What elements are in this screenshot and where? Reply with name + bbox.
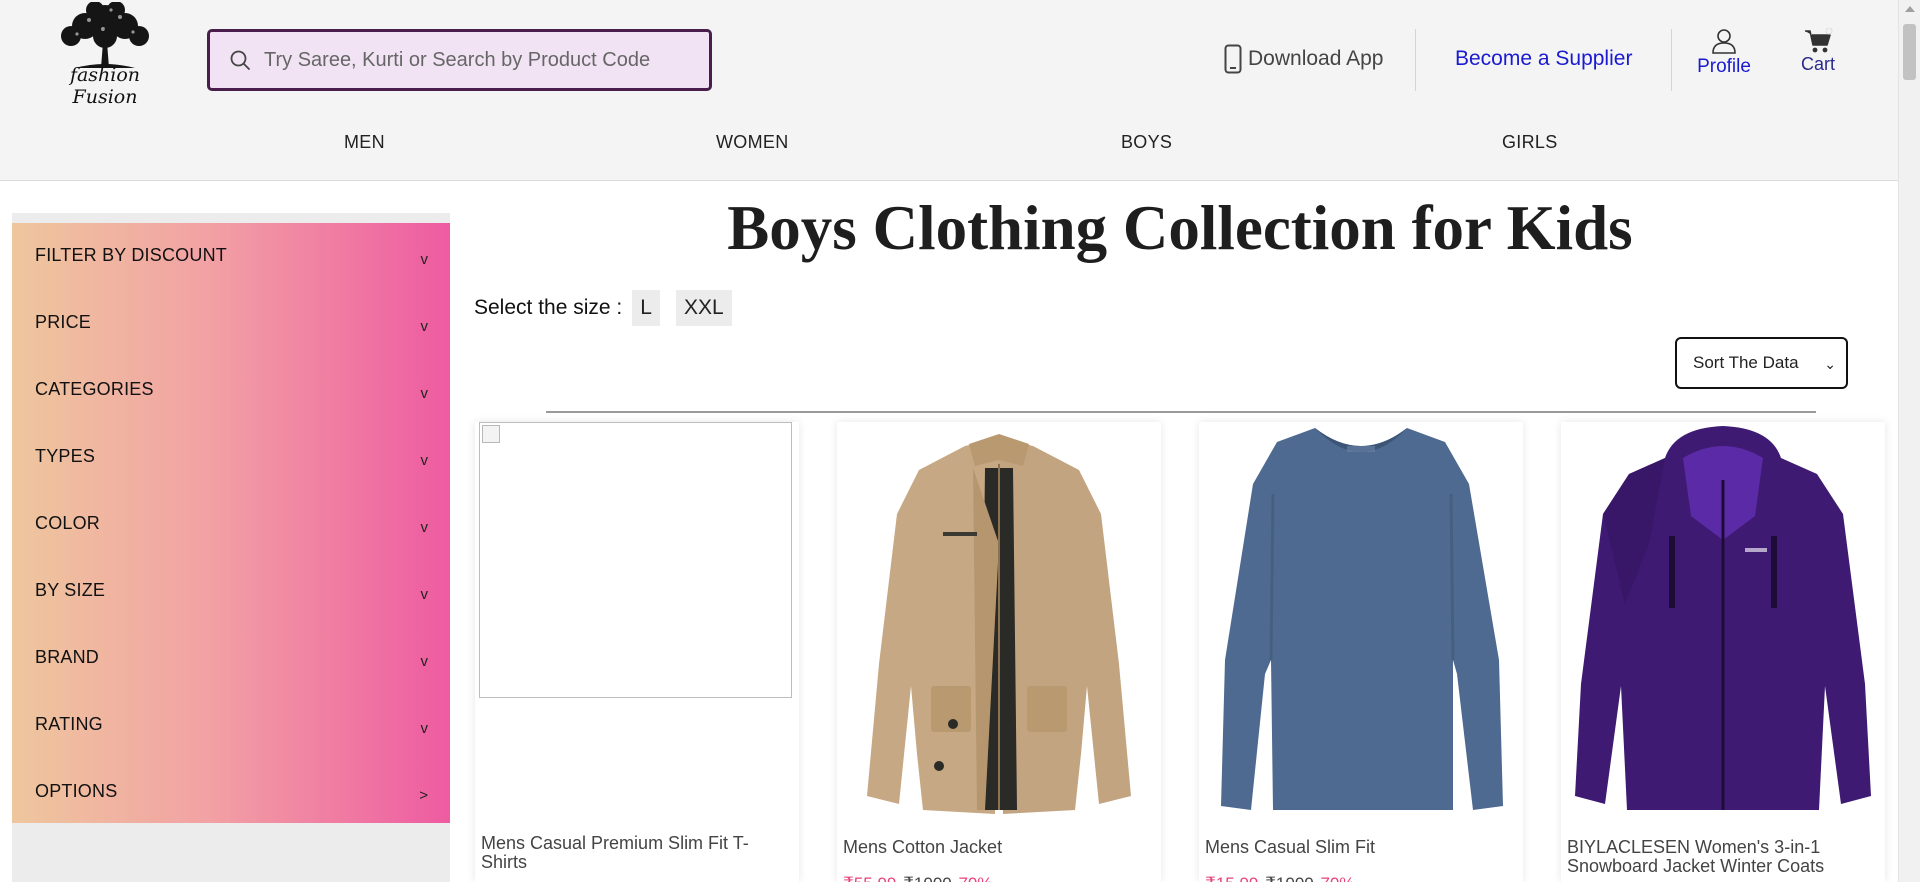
size-selector: Select the size : L XXL (474, 290, 748, 326)
chevron-down-icon: v (420, 653, 429, 670)
filter-label: BRAND (35, 647, 100, 667)
size-label: Select the size : (474, 296, 623, 319)
nav-item-girls[interactable]: GIRLS (1502, 132, 1558, 158)
filter-color[interactable]: COLOR v (12, 491, 450, 558)
scrollbar-thumb[interactable] (1903, 24, 1916, 80)
size-option-l[interactable]: L (632, 290, 660, 326)
filter-options[interactable]: OPTIONS > (12, 759, 450, 826)
purple-jacket-image (1575, 426, 1871, 810)
product-card[interactable]: Mens Cotton Jacket ₹55.99 ₹1000 70% (837, 422, 1161, 882)
price-row: ₹55.99 ₹1000 70% (843, 874, 993, 882)
filter-label: PRICE (35, 312, 92, 332)
logo-text: fashion Fusion (69, 64, 141, 108)
site-header: fashion Fusion Download App Become a Sup… (0, 0, 1898, 181)
nav-item-boys[interactable]: BOYS (1121, 132, 1172, 158)
product-name[interactable]: Mens Casual Premium Slim Fit T-Shirts (481, 834, 791, 872)
price-row: ₹15.99 ₹1000 70% (1205, 874, 1355, 882)
nav-item-women[interactable]: WOMEN (716, 132, 789, 158)
cart-button[interactable]: Cart (1794, 28, 1842, 75)
chevron-down-icon: v (420, 586, 429, 603)
header-divider (1415, 29, 1416, 91)
become-supplier-link[interactable]: Become a Supplier (1455, 47, 1632, 71)
chevron-down-icon: v (420, 452, 429, 469)
mobile-phone-icon (1224, 44, 1242, 74)
sort-select-value: Sort The Data (1693, 353, 1799, 372)
filter-label: RATING (35, 714, 103, 734)
filter-label: CATEGORIES (35, 379, 154, 399)
product-discount: 70% (958, 874, 992, 882)
filter-types[interactable]: TYPES v (12, 424, 450, 491)
filter-panel: FILTER BY DISCOUNT v PRICE v CATEGORIES … (12, 223, 450, 823)
product-old-price: ₹1000 (1265, 874, 1314, 882)
blue-tshirt-image (1221, 428, 1503, 810)
product-name[interactable]: Mens Casual Slim Fit (1205, 838, 1515, 857)
product-old-price: ₹1000 (903, 874, 952, 882)
content-divider (546, 411, 1816, 413)
download-app-link[interactable]: Download App (1224, 42, 1383, 76)
filter-rating[interactable]: RATING v (12, 692, 450, 759)
product-card[interactable]: Mens Casual Slim Fit ₹15.99 ₹1000 70% (1199, 422, 1523, 882)
profile-button[interactable]: Profile (1696, 28, 1752, 78)
scroll-up-arrow-icon[interactable] (1905, 6, 1915, 12)
product-price: ₹55.99 (843, 874, 896, 882)
filter-price[interactable]: PRICE v (12, 290, 450, 357)
khaki-jacket-image (867, 434, 1131, 814)
size-option-xxl[interactable]: XXL (675, 290, 732, 326)
chevron-down-icon: v (420, 318, 429, 335)
page-scrollbar[interactable] (1898, 0, 1920, 882)
page-title: Boys Clothing Collection for Kids (727, 193, 1633, 263)
chevron-down-icon: v (420, 251, 429, 268)
filter-label: OPTIONS (35, 781, 118, 801)
chevron-right-icon: > (419, 787, 428, 804)
product-discount: 70% (1320, 874, 1354, 882)
filter-label: BY SIZE (35, 580, 106, 600)
filter-by-size[interactable]: BY SIZE v (12, 558, 450, 625)
header-divider (1671, 29, 1672, 91)
site-logo[interactable]: fashion Fusion (36, 0, 174, 112)
chevron-down-icon: v (420, 385, 429, 402)
filter-label: COLOR (35, 513, 101, 533)
product-name[interactable]: BIYLACLESEN Women's 3-in-1 Snowboard Jac… (1567, 838, 1877, 876)
product-card[interactable]: Mens Casual Premium Slim Fit T-Shirts (475, 422, 799, 882)
filter-discount[interactable]: FILTER BY DISCOUNT v (12, 223, 450, 290)
download-app-label: Download App (1248, 47, 1384, 70)
search-input[interactable] (264, 48, 704, 72)
sort-select[interactable]: Sort The Data ⌄ (1675, 337, 1848, 389)
profile-label: Profile (1697, 56, 1751, 77)
filter-categories[interactable]: CATEGORIES v (12, 357, 450, 424)
filter-label: FILTER BY DISCOUNT (35, 245, 227, 265)
nav-item-men[interactable]: MEN (344, 132, 385, 158)
filter-brand[interactable]: BRAND v (12, 625, 450, 692)
search-bar[interactable] (207, 29, 712, 91)
search-icon (230, 50, 250, 70)
filter-label: TYPES (35, 446, 96, 466)
chevron-down-icon: v (420, 519, 429, 536)
tree-logo-icon (61, 2, 149, 68)
user-icon (1712, 29, 1736, 54)
broken-image-icon (479, 422, 792, 698)
chevron-down-icon: ⌄ (1824, 356, 1836, 372)
product-name[interactable]: Mens Cotton Jacket (843, 838, 1153, 857)
cart-label: Cart (1800, 54, 1835, 74)
product-price: ₹15.99 (1205, 874, 1258, 882)
chevron-down-icon: v (420, 720, 429, 737)
product-card[interactable]: BIYLACLESEN Women's 3-in-1 Snowboard Jac… (1561, 422, 1885, 882)
cart-icon (1805, 28, 1833, 53)
